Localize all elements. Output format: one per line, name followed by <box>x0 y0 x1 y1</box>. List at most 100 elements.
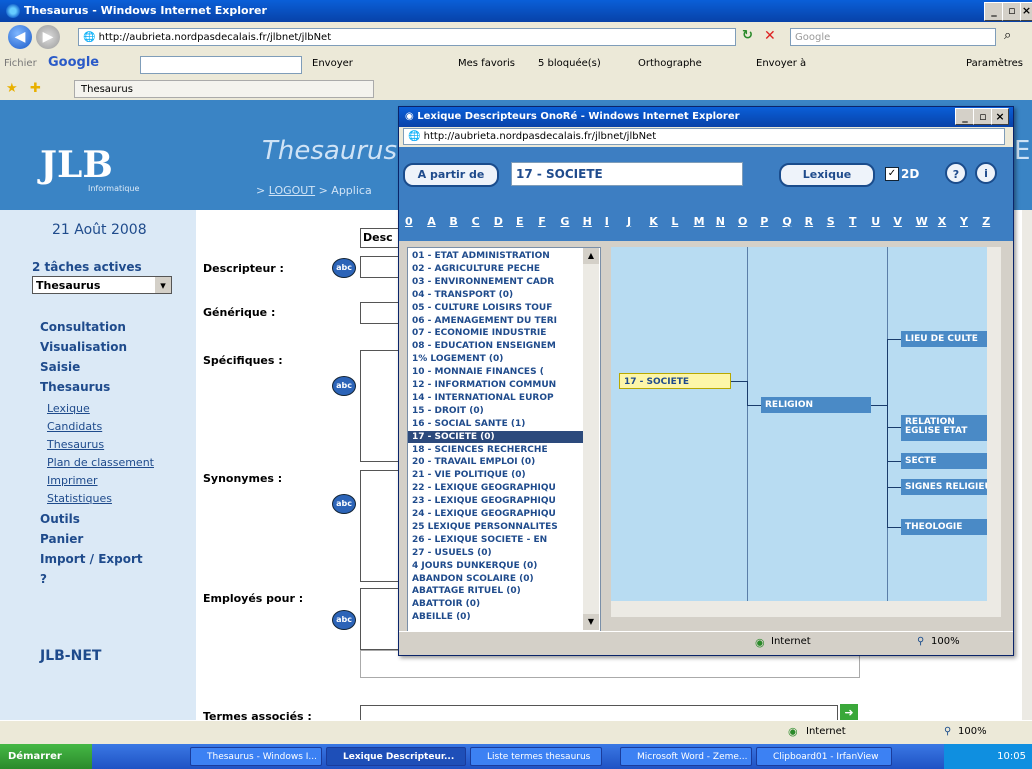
popup-zoom-label[interactable]: 100% <box>931 636 960 647</box>
letter-link[interactable]: O <box>738 215 747 228</box>
spellcheck-icon[interactable]: abc <box>332 494 356 514</box>
submenu-statistiques[interactable]: Statistiques <box>47 492 112 505</box>
list-item[interactable]: 1% LOGEMENT (0) <box>412 353 588 365</box>
submenu-imprimer[interactable]: Imprimer <box>47 474 98 487</box>
letter-link[interactable]: L <box>671 215 678 228</box>
list-item[interactable]: 08 - EDUCATION ENSEIGNEM <box>412 340 588 352</box>
list-item[interactable]: 17 - SOCIETE (0) <box>408 430 588 443</box>
close-button[interactable]: × <box>1020 2 1032 21</box>
letter-link[interactable]: F <box>538 215 546 228</box>
list-item[interactable]: 01 - ETAT ADMINISTRATION <box>412 250 588 262</box>
list-item[interactable]: 16 - SOCIAL SANTE (1) <box>412 418 588 430</box>
letter-link[interactable]: Z <box>982 215 990 228</box>
maximize-button[interactable]: ▫ <box>1002 2 1022 21</box>
menu-outils[interactable]: Outils <box>40 512 80 526</box>
letter-link[interactable]: H <box>583 215 592 228</box>
letter-link[interactable]: D <box>494 215 503 228</box>
popup-minimize-button[interactable]: _ <box>955 108 975 125</box>
popups-blocked-button[interactable]: 5 bloquée(s) <box>538 58 601 69</box>
google-search-field[interactable] <box>140 56 302 74</box>
submenu-lexique[interactable]: Lexique <box>47 402 90 415</box>
graph-leaf-node[interactable]: SECTE <box>901 453 987 469</box>
start-button[interactable]: Démarrer <box>0 744 92 769</box>
letter-link[interactable]: T <box>849 215 857 228</box>
menu-visualisation[interactable]: Visualisation <box>40 340 127 354</box>
graph-h-scrollbar[interactable] <box>611 601 1001 617</box>
parametres-button[interactable]: Paramètres <box>966 58 1023 69</box>
list-item[interactable]: ABATTOIR (0) <box>412 598 588 610</box>
menu-consultation[interactable]: Consultation <box>40 320 126 334</box>
taskbar-item[interactable]: Lexique Descripteur... <box>326 747 466 766</box>
list-item[interactable]: 15 - DROIT (0) <box>412 405 588 417</box>
list-item[interactable]: 26 - LEXIQUE SOCIETE - EN <box>412 534 588 546</box>
list-item[interactable]: ABATTAGE RITUEL (0) <box>412 585 588 597</box>
letter-link[interactable]: R <box>805 215 813 228</box>
letter-link[interactable]: J <box>627 215 631 228</box>
list-item[interactable]: 27 - USUELS (0) <box>412 547 588 559</box>
menu-import-export[interactable]: Import / Export <box>40 552 143 566</box>
employes-pour-list[interactable] <box>360 588 402 650</box>
letter-link[interactable]: C <box>472 215 480 228</box>
letter-link[interactable]: X <box>938 215 946 228</box>
letter-link[interactable]: I <box>605 215 609 228</box>
menu-saisie[interactable]: Saisie <box>40 360 80 374</box>
list-item[interactable]: 21 - VIE POLITIQUE (0) <box>412 469 588 481</box>
specifiques-list[interactable] <box>360 350 402 462</box>
graph-child-node[interactable]: RELIGION <box>761 397 871 413</box>
add-favorite-icon[interactable]: ✚ <box>30 81 41 96</box>
letter-link[interactable]: V <box>893 215 902 228</box>
taskbar-item[interactable]: Thesaurus - Windows I... <box>190 747 322 766</box>
info-icon[interactable]: i <box>975 162 997 184</box>
forward-button[interactable]: ▶ <box>36 25 60 49</box>
letter-link[interactable]: S <box>827 215 835 228</box>
active-tasks-select[interactable]: Thesaurus ▾ <box>32 276 172 294</box>
letter-link[interactable]: E <box>516 215 524 228</box>
breadcrumb-app[interactable]: Applica <box>331 184 371 197</box>
list-item[interactable]: 03 - ENVIRONNEMENT CADR <box>412 276 588 288</box>
list-item[interactable]: 20 - TRAVAIL EMPLOI (0) <box>412 456 588 468</box>
orthographe-button[interactable]: Orthographe <box>638 58 702 69</box>
letter-link[interactable]: U <box>871 215 880 228</box>
scroll-down-icon[interactable]: ▼ <box>583 614 599 630</box>
refresh-icon[interactable]: ↻ <box>742 28 760 46</box>
logout-link[interactable]: LOGOUT <box>269 184 315 197</box>
add-arrow-icon[interactable]: ➜ <box>840 704 858 720</box>
minimize-button[interactable]: _ <box>984 2 1004 21</box>
start-term-input[interactable]: 17 - SOCIETE <box>511 162 743 186</box>
list-item[interactable]: 02 - AGRICULTURE PECHE <box>412 263 588 275</box>
scroll-up-icon[interactable]: ▲ <box>583 248 599 264</box>
termes-associes-input[interactable] <box>360 705 838 720</box>
tab-thesaurus[interactable]: Thesaurus <box>74 80 374 98</box>
list-item[interactable]: 07 - ECONOMIE INDUSTRIE <box>412 327 588 339</box>
lexique-button[interactable]: Lexique <box>779 163 875 187</box>
letter-link[interactable]: K <box>649 215 658 228</box>
2d-checkbox[interactable]: ✓ <box>885 167 899 181</box>
letter-link[interactable]: G <box>560 215 569 228</box>
letter-link[interactable]: Q <box>782 215 791 228</box>
listbox-scrollbar[interactable]: ▲ ▼ <box>583 248 599 630</box>
help-icon[interactable]: ? <box>945 162 967 184</box>
list-item[interactable]: 4 JOURS DUNKERQUE (0) <box>412 560 588 572</box>
letter-link[interactable]: W <box>916 215 928 228</box>
letter-link[interactable]: P <box>760 215 768 228</box>
graph-leaf-node[interactable]: LIEU DE CULTE <box>901 331 987 347</box>
graph-v-scrollbar[interactable] <box>987 247 1001 601</box>
menu-panier[interactable]: Panier <box>40 532 83 546</box>
address-input[interactable]: 🌐 http://aubrieta.nordpasdecalais.fr/jlb… <box>78 28 736 46</box>
stop-icon[interactable]: ✕ <box>764 28 782 46</box>
list-item[interactable]: 24 - LEXIQUE GEOGRAPHIQU <box>412 508 588 520</box>
envoyer-button[interactable]: Envoyer <box>312 58 353 69</box>
page-scrollbar[interactable] <box>1022 210 1032 720</box>
letter-link[interactable]: N <box>716 215 725 228</box>
submenu-thesaurus[interactable]: Thesaurus <box>47 438 104 451</box>
letter-link[interactable]: 0 <box>405 215 413 228</box>
taskbar-item[interactable]: Clipboard01 - IrfanView <box>756 747 892 766</box>
popup-close-button[interactable]: × <box>991 108 1009 125</box>
list-item[interactable]: 05 - CULTURE LOISIRS TOUF <box>412 302 588 314</box>
menu-fichier[interactable]: Fichier <box>4 58 37 69</box>
spellcheck-icon[interactable]: abc <box>332 610 356 630</box>
search-input[interactable]: Google <box>790 28 996 46</box>
list-item[interactable]: 25 LEXIQUE PERSONNALITES <box>412 521 588 533</box>
graph-leaf-node[interactable]: RELATION EGLISE ETAT <box>901 415 987 441</box>
popup-maximize-button[interactable]: ▫ <box>973 108 993 125</box>
